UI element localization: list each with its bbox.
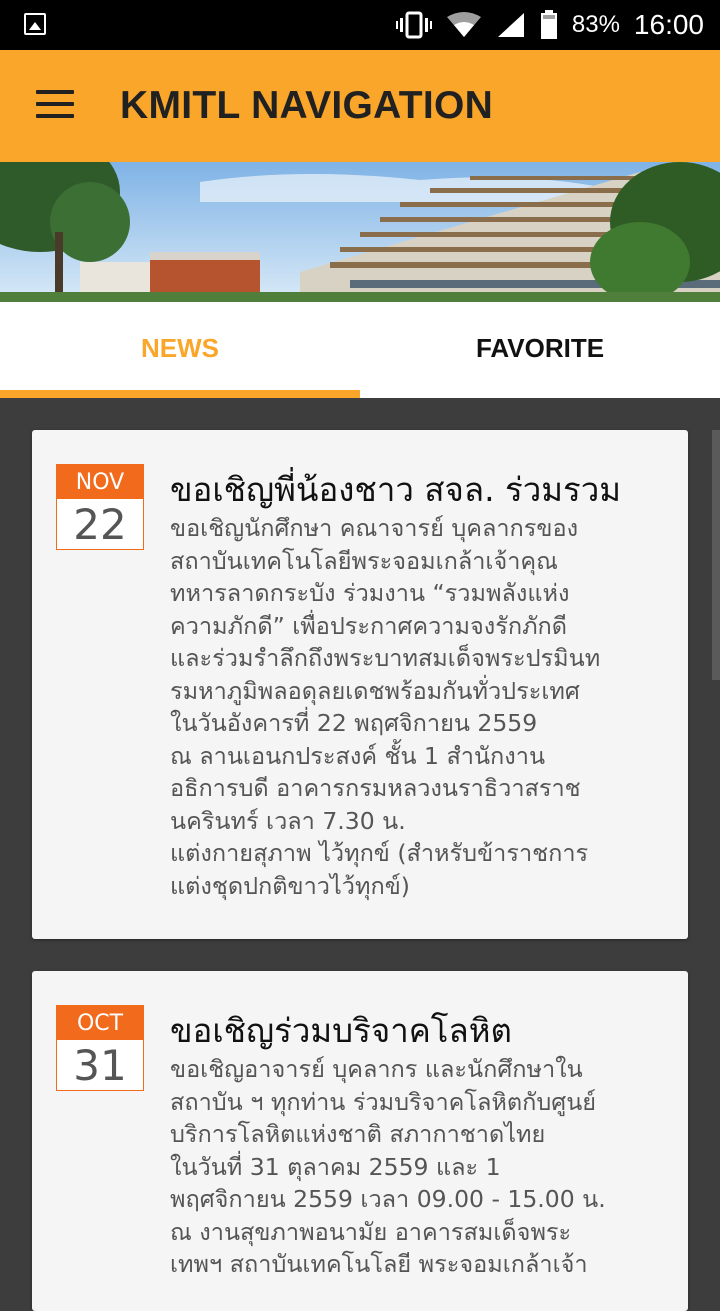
news-body: ขอเชิญนักศึกษา คณาจารย์ บุคลากรของ สถาบั… — [170, 512, 680, 902]
date-month: NOV — [57, 465, 143, 499]
tab-favorite[interactable]: FAVORITE — [360, 302, 720, 398]
date-day: 22 — [73, 499, 127, 549]
date-day: 31 — [73, 1040, 127, 1090]
battery-percentage: 83% — [571, 11, 620, 38]
app-title: KMITL NAVIGATION — [120, 84, 494, 127]
news-body-line: พฤศจิกายน 2559 เวลา 09.00 - 15.00 น. — [170, 1185, 606, 1213]
news-body: ขอเชิญอาจารย์ บุคลากร และนักศึกษาใน สถาบ… — [170, 1053, 680, 1281]
news-card[interactable]: NOV 22 ขอเชิญพี่น้องชาว สจล. ร่วมรวม ขอเ… — [32, 430, 688, 939]
news-body-line: ณ ลานเอนกประสงค์ ชั้น 1 สำนักงาน — [170, 741, 546, 770]
wifi-icon — [446, 12, 481, 37]
news-body-line: ความภักดี” เพื่อประกาศความจงรักภักดี — [170, 611, 568, 640]
news-body-line: ในวันอังคารที่ 22 พฤศจิกายน 2559 — [170, 709, 538, 737]
news-body-line: ขอเชิญอาจารย์ บุคลากร และนักศึกษาใน — [170, 1055, 583, 1083]
news-body-line: เทพฯ สถาบันเทคโนโลยี พระจอมเกล้าเจ้า — [170, 1250, 588, 1278]
news-body-line: รมหาภูมิพลอดุลยเดชพร้อมกันทั่วประเทศ — [170, 676, 580, 705]
tab-bar: NEWS FAVORITE — [0, 302, 720, 398]
scrollbar[interactable] — [712, 430, 720, 680]
image-icon — [24, 13, 46, 35]
hamburger-menu-icon[interactable] — [36, 90, 76, 122]
battery-icon — [540, 10, 557, 39]
news-body-line: สถาบัน ฯ ทุกท่าน ร่วมบริจาคโลหิตกับศูนย์ — [170, 1087, 597, 1116]
app-bar: KMITL NAVIGATION — [0, 50, 720, 162]
news-body-line: ขอเชิญนักศึกษา คณาจารย์ บุคลากรของ — [170, 514, 579, 542]
news-body-line: ในวันที่ 31 ตุลาคม 2559 และ 1 — [170, 1152, 501, 1181]
news-body-line: ทหารลาดกระบัง ร่วมงาน “รวมพลังแห่ง — [170, 579, 570, 607]
tab-news[interactable]: NEWS — [0, 302, 360, 398]
news-body-line: และร่วมรำลึกถึงพระบาทสมเด็จพระปรมินท — [170, 644, 601, 672]
date-badge: OCT 31 — [56, 1005, 144, 1091]
status-bar: 83% 16:00 — [0, 0, 720, 50]
status-icons: 83% 16:00 — [395, 0, 704, 50]
tab-indicator — [0, 390, 360, 398]
news-body-line: แต่งชุดปกติขาวไว้ทุกข์) — [170, 871, 410, 900]
news-body-line: ณ งานสุขภาพอนามัย อาคารสมเด็จพระ — [170, 1217, 572, 1246]
news-body-line: สถาบันเทคโนโลยีพระจอมเกล้าเจ้าคุณ — [170, 546, 558, 575]
vibrate-icon — [395, 11, 432, 39]
news-body-line: บริการโลหิตแห่งชาติ สภากาชาดไทย — [170, 1120, 546, 1148]
clock: 16:00 — [633, 9, 704, 40]
news-card[interactable]: OCT 31 ขอเชิญร่วมบริจาคโลหิต ขอเชิญอาจาร… — [32, 971, 688, 1311]
date-badge: NOV 22 — [56, 464, 144, 550]
signal-icon — [497, 13, 524, 37]
news-body-line: แต่งกายสุภาพ ไว้ทุกข์ (สำหรับข้าราชการ — [170, 839, 589, 867]
campus-banner-image — [0, 162, 720, 302]
date-month: OCT — [57, 1006, 143, 1040]
news-body-line: อธิการบดี อาคารกรมหลวงนราธิวาสราช — [170, 774, 581, 802]
news-title: ขอเชิญพี่น้องชาว สจล. ร่วมรวม — [170, 470, 622, 509]
news-body-line: นครินทร์ เวลา 7.30 น. — [170, 806, 406, 835]
news-title: ขอเชิญร่วมบริจาคโลหิต — [170, 1011, 512, 1050]
